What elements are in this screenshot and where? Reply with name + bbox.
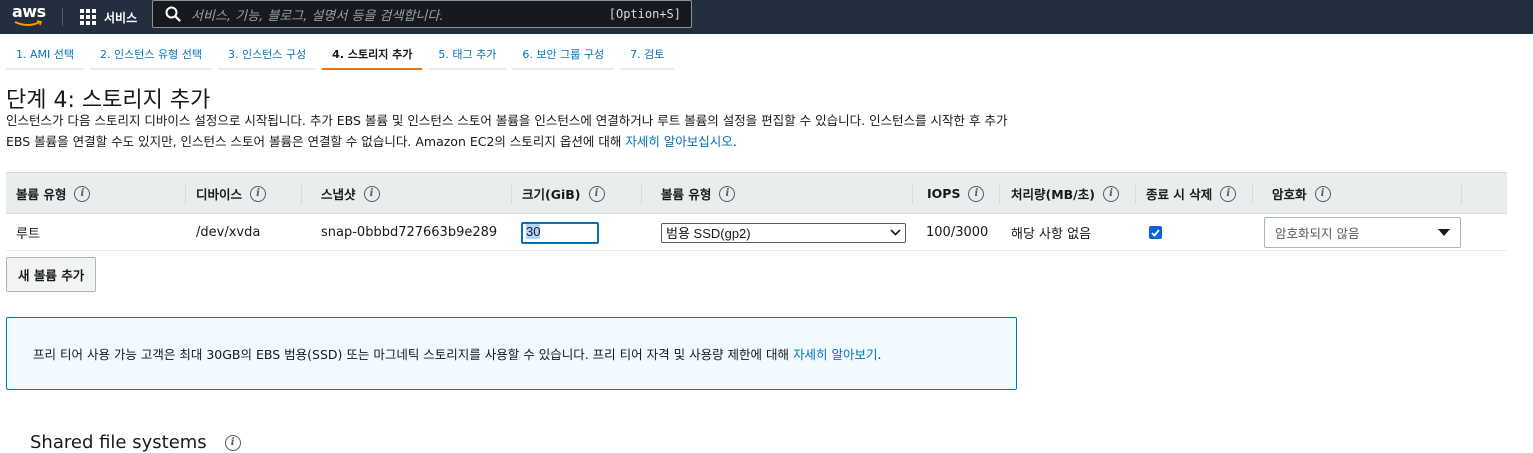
header-divider bbox=[1252, 184, 1253, 204]
aws-logo[interactable]: aws bbox=[12, 2, 48, 30]
services-label: 서비스 bbox=[104, 10, 138, 25]
wizard-steps: 1. AMI 선택 2. 인스턴스 유형 선택 3. 인스턴스 구성 4. 스토… bbox=[6, 40, 680, 70]
info-icon[interactable]: i bbox=[363, 185, 380, 202]
info-icon[interactable]: i bbox=[1220, 185, 1237, 202]
header-divider bbox=[301, 184, 302, 204]
alert-learn-more-link[interactable]: 자세히 알아보기 bbox=[793, 347, 877, 362]
table-row: 루트 /dev/xvda snap-0bbbd727663b9e289 30 범… bbox=[6, 214, 1507, 251]
table-header: 볼륨 유형 i 디바이스 i 스냅샷 i 크기(GiB) i 볼륨 유형 i IOPS i … bbox=[6, 172, 1507, 214]
cell-iops: 100/3000 bbox=[926, 225, 989, 240]
cell-throughput: 해당 사항 없음 bbox=[1011, 227, 1092, 242]
info-icon[interactable]: i bbox=[588, 185, 605, 202]
page-description: 인스턴스가 다음 스토리지 디바이스 설정으로 시작됩니다. 추가 EBS 볼륨… bbox=[6, 110, 1026, 152]
size-input[interactable]: 30 bbox=[521, 221, 599, 244]
cell-snapshot: snap-0bbbd727663b9e289 bbox=[321, 225, 498, 240]
search-placeholder: 서비스, 기능, 블로그, 설명서 등을 검색합니다. bbox=[191, 8, 444, 24]
add-new-volume-button[interactable]: 새 볼륨 추가 bbox=[6, 257, 97, 292]
alert-message: 프리 티어 사용 가능 고객은 최대 30GB의 EBS 범용(SSD) 또는 … bbox=[33, 344, 881, 363]
info-icon[interactable]: i bbox=[968, 185, 985, 202]
header-label: 크기(GiB) bbox=[522, 187, 581, 202]
search-icon bbox=[165, 6, 181, 22]
info-icon[interactable]: i bbox=[1314, 185, 1331, 202]
encryption-select[interactable]: 암호화되지 않음 bbox=[1264, 217, 1461, 248]
header-label: 암호화 bbox=[1272, 187, 1307, 202]
cell-volume-type: 범용 SSD(gp2) bbox=[651, 214, 906, 251]
header-device: 디바이스 i bbox=[186, 173, 267, 214]
info-icon[interactable]: i bbox=[1102, 185, 1119, 202]
header-delete-on-termination: 종료 시 삭제 i bbox=[1136, 173, 1237, 214]
header-volume-type: 볼륨 유형 i bbox=[651, 173, 736, 214]
size-value: 30 bbox=[526, 223, 541, 239]
grid-icon bbox=[80, 9, 96, 25]
tab-review[interactable]: 7. 검토 bbox=[620, 40, 675, 70]
header-label: 스냅샷 bbox=[321, 187, 356, 202]
header-label: 볼륨 유형 bbox=[16, 187, 67, 202]
header-label: 종료 시 삭제 bbox=[1146, 187, 1213, 202]
volume-type-select[interactable]: 범용 SSD(gp2) bbox=[661, 222, 906, 243]
delete-on-termination-checkbox[interactable] bbox=[1149, 226, 1162, 239]
checkmark-icon bbox=[1151, 228, 1160, 237]
tab-add-storage[interactable]: 4. 스토리지 추가 bbox=[322, 40, 423, 70]
learn-more-link[interactable]: 자세히 알아보십시오 bbox=[625, 134, 732, 149]
caret-down-icon bbox=[1438, 229, 1450, 236]
alert-period: . bbox=[877, 347, 882, 362]
chevron-down-icon bbox=[890, 229, 901, 236]
header-snapshot: 스냅샷 i bbox=[311, 173, 380, 214]
header-throughput: 처리량(MB/초) i bbox=[1001, 173, 1119, 214]
info-icon[interactable]: i bbox=[74, 185, 91, 202]
nav-divider bbox=[62, 8, 63, 26]
header-divider bbox=[912, 184, 913, 204]
description-period: . bbox=[732, 134, 737, 149]
tab-configure-instance[interactable]: 3. 인스턴스 구성 bbox=[217, 40, 317, 70]
info-icon[interactable]: i bbox=[250, 185, 267, 202]
cell-size: 30 bbox=[511, 214, 599, 251]
tab-add-tags[interactable]: 5. 태그 추가 bbox=[428, 40, 507, 70]
top-navigation-bar: aws 서비스 서비스, 기능, 블로그, 설명서 등을 검색합니다. [Opt… bbox=[0, 0, 1533, 34]
storage-table: 볼륨 유형 i 디바이스 i 스냅샷 i 크기(GiB) i 볼륨 유형 i IOPS i … bbox=[6, 172, 1507, 251]
tab-instance-type[interactable]: 2. 인스턴스 유형 선택 bbox=[90, 40, 212, 70]
info-icon[interactable]: i bbox=[719, 185, 736, 202]
free-tier-info-alert: 프리 티어 사용 가능 고객은 최대 30GB의 EBS 범용(SSD) 또는 … bbox=[6, 317, 1017, 390]
header-iops: IOPS i bbox=[917, 173, 985, 214]
header-encryption: 암호화 i bbox=[1262, 173, 1331, 214]
cell-volume-kind: 루트 bbox=[16, 227, 40, 242]
search-input[interactable]: 서비스, 기능, 블로그, 설명서 등을 검색합니다. [Option+S] bbox=[152, 0, 692, 28]
cell-encryption: 암호화되지 않음 bbox=[1254, 214, 1461, 251]
header-size: 크기(GiB) i bbox=[512, 173, 605, 214]
header-divider bbox=[999, 184, 1000, 204]
page-description-text: 인스턴스가 다음 스토리지 디바이스 설정으로 시작됩니다. 추가 EBS 볼륨… bbox=[6, 113, 1008, 149]
cell-device: /dev/xvda bbox=[196, 225, 261, 240]
aws-logo-text: aws bbox=[12, 2, 46, 21]
volume-type-value: 범용 SSD(gp2) bbox=[666, 226, 751, 241]
search-shortcut-hint: [Option+S] bbox=[608, 7, 681, 21]
header-label: IOPS bbox=[927, 186, 961, 201]
tab-security-group[interactable]: 6. 보안 그룹 구성 bbox=[512, 40, 615, 70]
header-volume-kind: 볼륨 유형 i bbox=[6, 173, 91, 214]
header-divider bbox=[641, 184, 642, 204]
aws-smile-icon bbox=[14, 20, 43, 26]
tab-ami[interactable]: 1. AMI 선택 bbox=[6, 40, 84, 70]
header-label: 디바이스 bbox=[196, 187, 243, 202]
header-label: 볼륨 유형 bbox=[661, 187, 712, 202]
services-menu-button[interactable]: 서비스 bbox=[80, 4, 137, 30]
alert-text: 프리 티어 사용 가능 고객은 최대 30GB의 EBS 범용(SSD) 또는 … bbox=[33, 347, 790, 362]
cell-delete-on-termination bbox=[1139, 214, 1162, 251]
header-divider bbox=[1461, 184, 1462, 204]
header-label: 처리량(MB/초) bbox=[1011, 187, 1095, 202]
encryption-value: 암호화되지 않음 bbox=[1275, 226, 1360, 241]
